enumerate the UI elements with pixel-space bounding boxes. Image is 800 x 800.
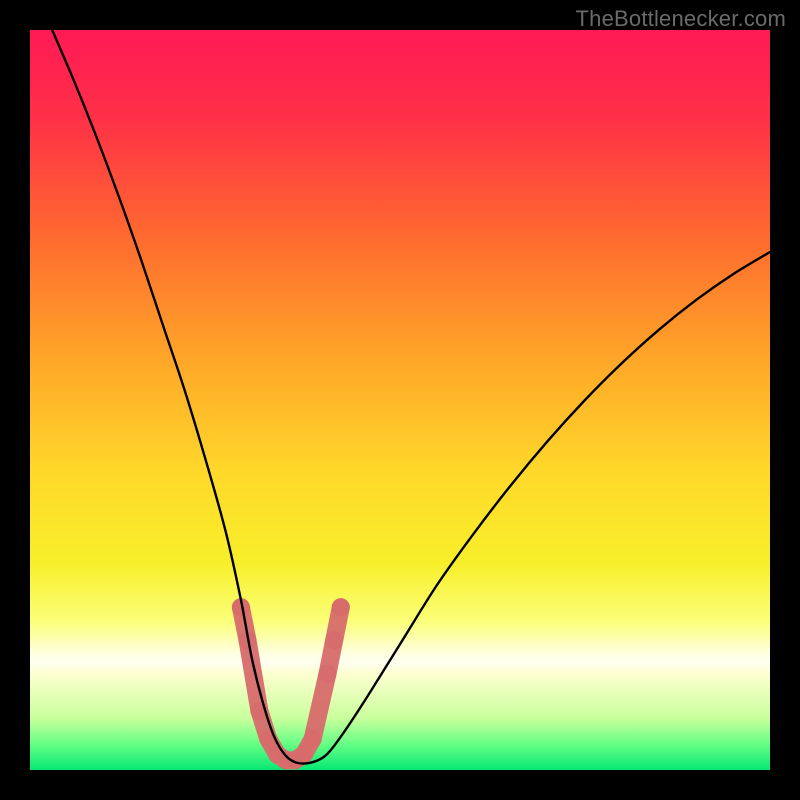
chart-frame: TheBottlenecker.com	[0, 0, 800, 800]
watermark-text: TheBottlenecker.com	[576, 6, 786, 32]
gradient-background	[30, 30, 770, 770]
plot-area	[30, 30, 770, 770]
